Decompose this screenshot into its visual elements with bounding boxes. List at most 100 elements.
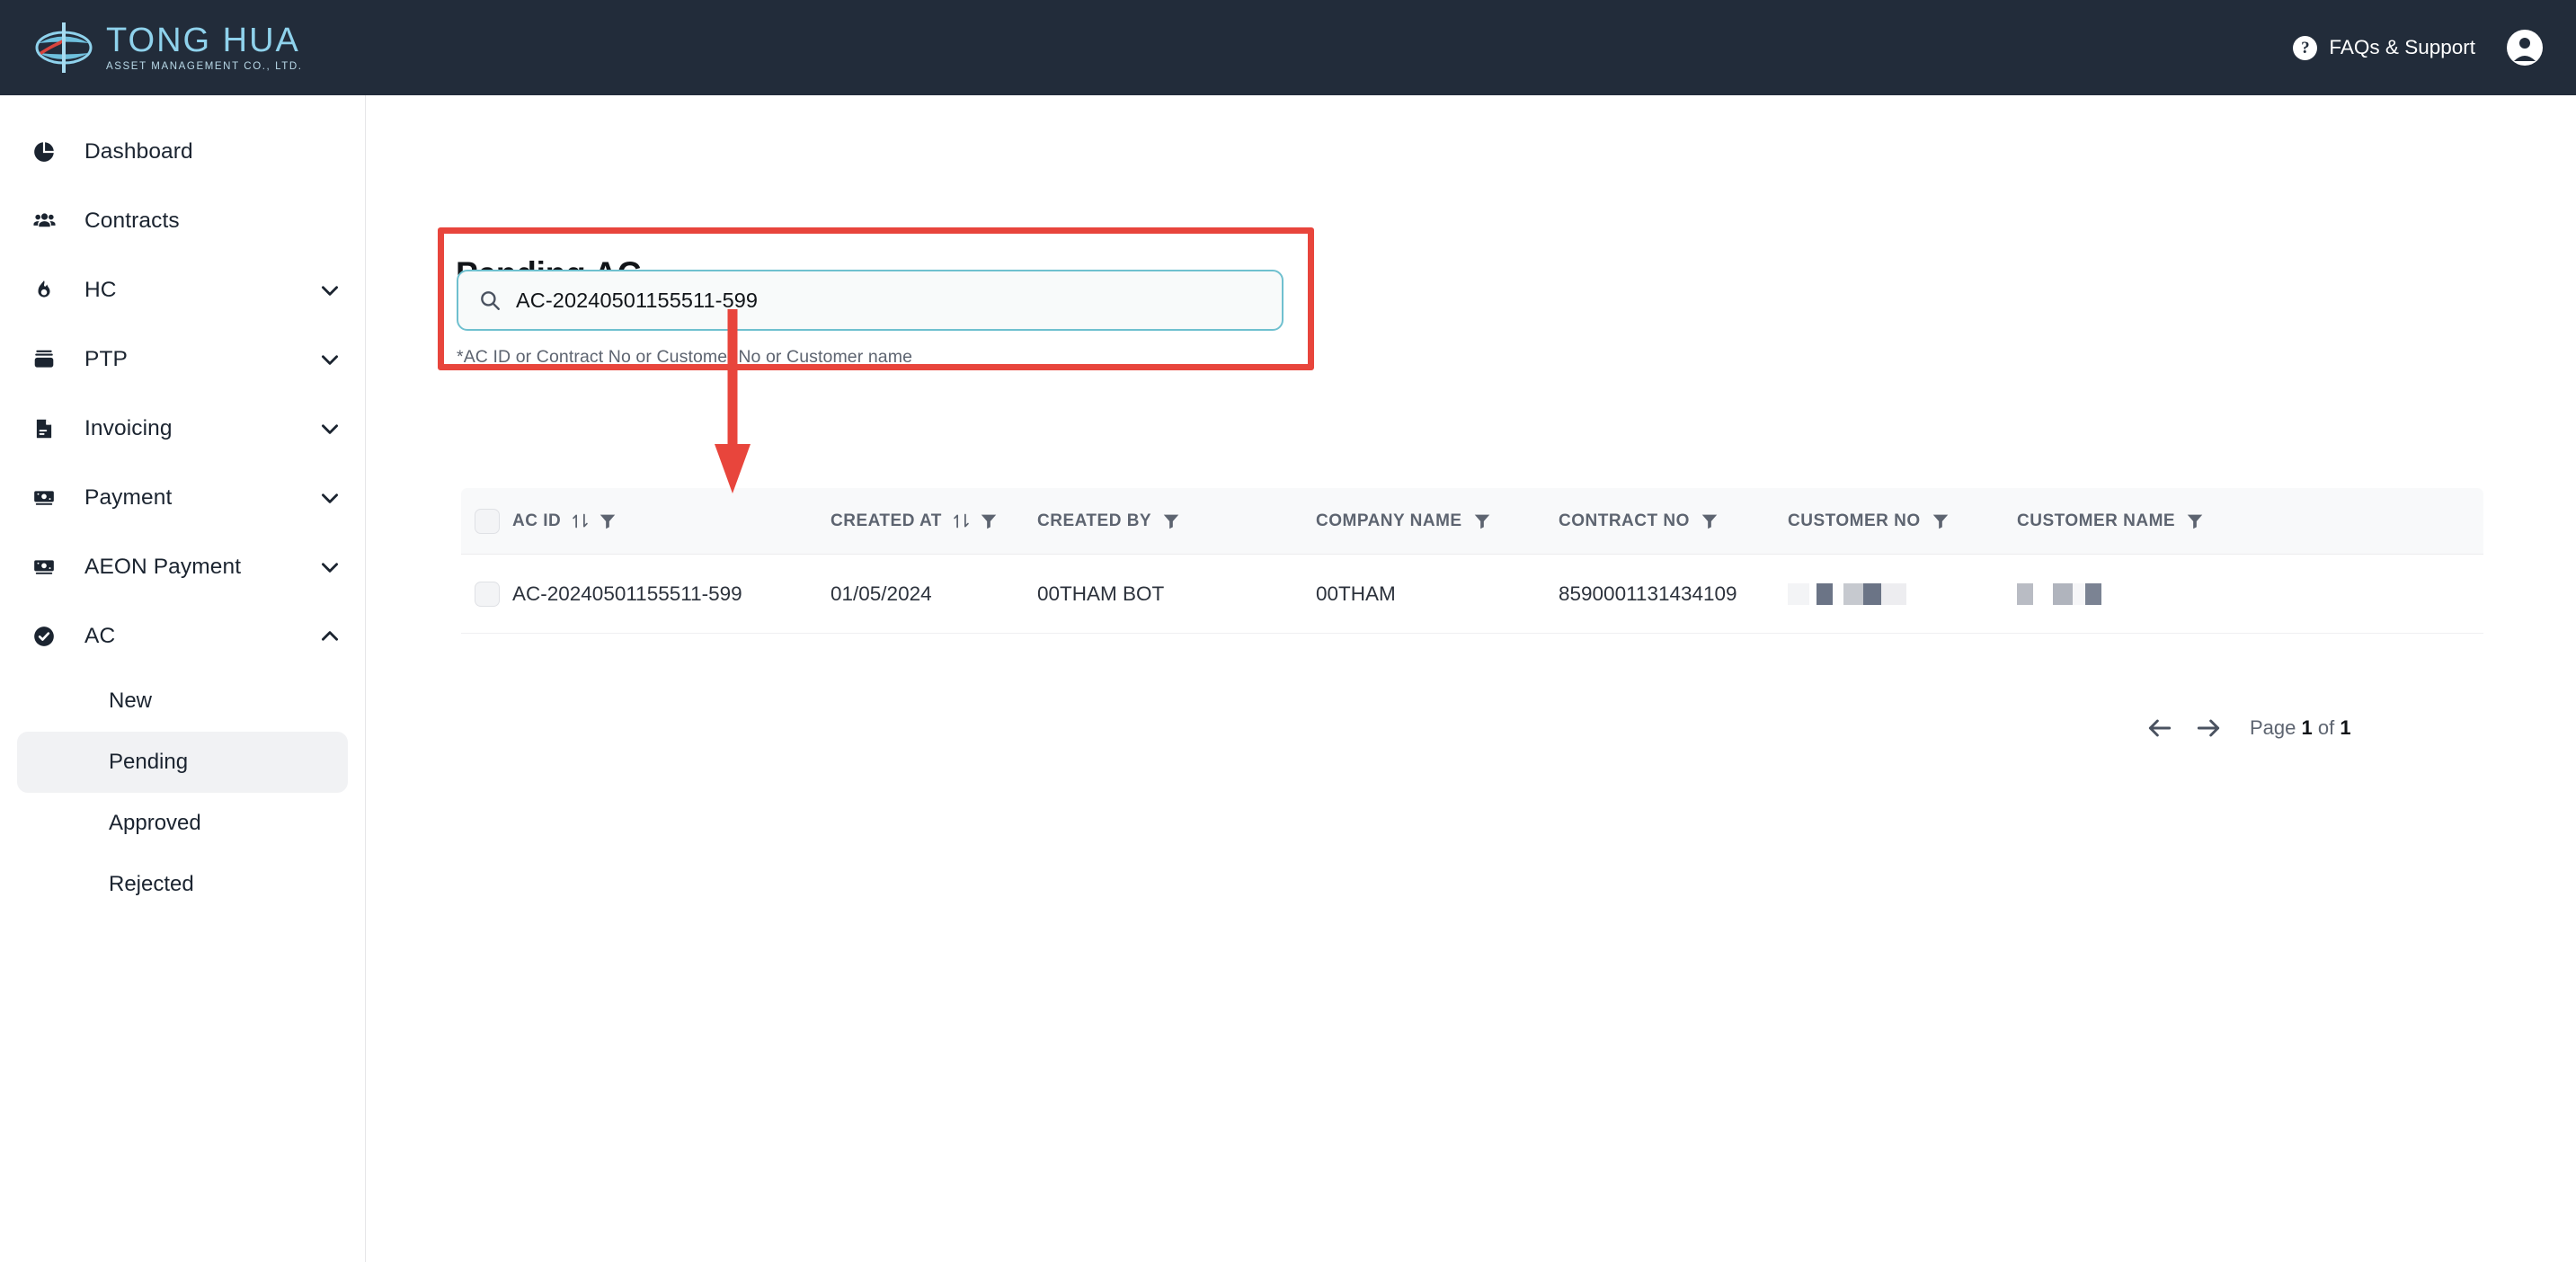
table-row[interactable]: AC-20240501155511-599 01/05/2024 00THAM … (461, 555, 2483, 634)
brand-subtitle: ASSET MANAGEMENT CO., LTD. (106, 62, 303, 73)
app-root: TONG HUA ASSET MANAGEMENT CO., LTD. ? FA… (0, 0, 2576, 1262)
tong-hua-logo-icon (34, 21, 93, 75)
redacted-value (2017, 583, 2101, 605)
sidebar-item-pending[interactable]: Pending (17, 732, 348, 793)
pagination: Page 1 of 1 (2145, 714, 2351, 742)
pending-ac-table: AC ID CREATED AT (461, 488, 2483, 634)
sidebar-item-ac[interactable]: AC (0, 601, 365, 671)
sidebar-item-label: PTP (84, 347, 128, 372)
page-middle: of (2318, 716, 2334, 739)
filter-icon[interactable] (2185, 511, 2205, 531)
banknote-icon (27, 550, 61, 584)
sidebar-subitem-label: Pending (109, 750, 188, 775)
sidebar-item-label: Contracts (84, 209, 180, 234)
filter-icon[interactable] (1700, 511, 1719, 531)
column-tools (1700, 511, 1719, 531)
main-content: Pending AC *AC ID or Contract No or Cust… (366, 95, 2576, 1262)
column-header-contract-no[interactable]: CONTRACT NO (1559, 511, 1788, 531)
select-all-cell (461, 509, 512, 534)
chevron-down-icon[interactable] (318, 417, 342, 440)
sidebar-item-hc[interactable]: HC (0, 255, 365, 324)
avatar-icon[interactable] (2506, 29, 2544, 67)
brand-text: TONG HUA ASSET MANAGEMENT CO., LTD. (106, 23, 303, 73)
row-checkbox[interactable] (475, 582, 500, 607)
column-label: CREATED AT (831, 511, 942, 531)
filter-icon[interactable] (1931, 511, 1950, 531)
brand-logo[interactable]: TONG HUA ASSET MANAGEMENT CO., LTD. (34, 21, 303, 75)
sidebar-item-label: Invoicing (84, 416, 173, 441)
cell-value: 00THAM BOT (1037, 582, 1164, 606)
sidebar-item-aeon-payment[interactable]: AEON Payment (0, 532, 365, 601)
chevron-up-icon[interactable] (318, 625, 342, 648)
cell-value: AC-20240501155511-599 (512, 582, 742, 606)
cell-created-by: 00THAM BOT (1037, 582, 1316, 606)
sidebar-item-label: Dashboard (84, 139, 193, 164)
sidebar-item-label: HC (84, 278, 117, 303)
pie-chart-icon (27, 135, 61, 169)
sidebar-item-payment[interactable]: Payment (0, 463, 365, 532)
cell-ac-id[interactable]: AC-20240501155511-599 (512, 582, 831, 606)
page-prefix: Page (2250, 716, 2296, 739)
filter-icon[interactable] (598, 511, 617, 531)
banknote-icon (27, 481, 61, 515)
column-tools (952, 511, 999, 531)
next-page-button[interactable] (2194, 714, 2223, 742)
column-label: CUSTOMER NO (1788, 511, 1921, 531)
chevron-down-icon[interactable] (318, 279, 342, 302)
column-header-ac-id[interactable]: AC ID (512, 511, 831, 531)
help-circle-icon: ? (2293, 36, 2317, 60)
sidebar-subitem-label: Approved (109, 811, 201, 836)
column-label: CONTRACT NO (1559, 511, 1690, 531)
chevron-down-icon[interactable] (318, 348, 342, 371)
filter-icon[interactable] (979, 511, 999, 531)
redacted-value (1788, 583, 1906, 605)
filter-icon[interactable] (1472, 511, 1492, 531)
sidebar-subitem-label: New (109, 689, 152, 714)
sidebar-item-dashboard[interactable]: Dashboard (0, 117, 365, 186)
search-box[interactable] (457, 270, 1284, 331)
cell-value: 00THAM (1316, 582, 1396, 606)
check-circle-icon (27, 619, 61, 653)
cell-customer-no (1788, 583, 2017, 605)
sidebar-item-approved[interactable]: Approved (17, 793, 348, 854)
search-input[interactable] (516, 289, 1253, 313)
sidebar-subitem-label: Rejected (109, 872, 194, 897)
sort-icon[interactable] (952, 511, 971, 530)
cell-customer-name (2017, 583, 2296, 605)
column-label: COMPANY NAME (1316, 511, 1462, 531)
sidebar-item-contracts[interactable]: Contracts (0, 186, 365, 255)
search-icon (478, 289, 502, 312)
column-header-customer-no[interactable]: CUSTOMER NO (1788, 511, 2017, 531)
cell-created-at: 01/05/2024 (831, 582, 1037, 606)
select-all-checkbox[interactable] (475, 509, 500, 534)
column-header-customer-name[interactable]: CUSTOMER NAME (2017, 511, 2296, 531)
flame-icon (27, 273, 61, 307)
column-label: CUSTOMER NAME (2017, 511, 2175, 531)
faqs-support-label: FAQs & Support (2329, 36, 2475, 59)
column-header-created-by[interactable]: CREATED BY (1037, 511, 1316, 531)
sidebar-item-ptp[interactable]: PTP (0, 324, 365, 394)
document-icon (27, 412, 61, 446)
column-tools (2185, 511, 2205, 531)
sidebar-item-invoicing[interactable]: Invoicing (0, 394, 365, 463)
stack-icon (27, 342, 61, 377)
chevron-down-icon[interactable] (318, 486, 342, 510)
column-label: AC ID (512, 511, 561, 531)
sidebar-item-new[interactable]: New (17, 671, 348, 732)
current-page: 1 (2302, 716, 2313, 739)
column-header-created-at[interactable]: CREATED AT (831, 511, 1037, 531)
page-indicator: Page 1 of 1 (2250, 716, 2351, 740)
total-pages: 1 (2340, 716, 2350, 739)
faqs-support-button[interactable]: ? FAQs & Support (2293, 36, 2475, 60)
previous-page-button[interactable] (2145, 714, 2174, 742)
sort-icon[interactable] (571, 511, 590, 530)
search-section: *AC ID or Contract No or Customer No or … (457, 270, 1284, 368)
column-tools (1161, 511, 1181, 531)
sidebar-item-label: AC (84, 624, 115, 649)
sidebar-item-rejected[interactable]: Rejected (17, 854, 348, 915)
chevron-down-icon[interactable] (318, 555, 342, 579)
sidebar-item-label: AEON Payment (84, 555, 241, 580)
row-select-cell (461, 582, 512, 607)
filter-icon[interactable] (1161, 511, 1181, 531)
column-header-company-name[interactable]: COMPANY NAME (1316, 511, 1559, 531)
